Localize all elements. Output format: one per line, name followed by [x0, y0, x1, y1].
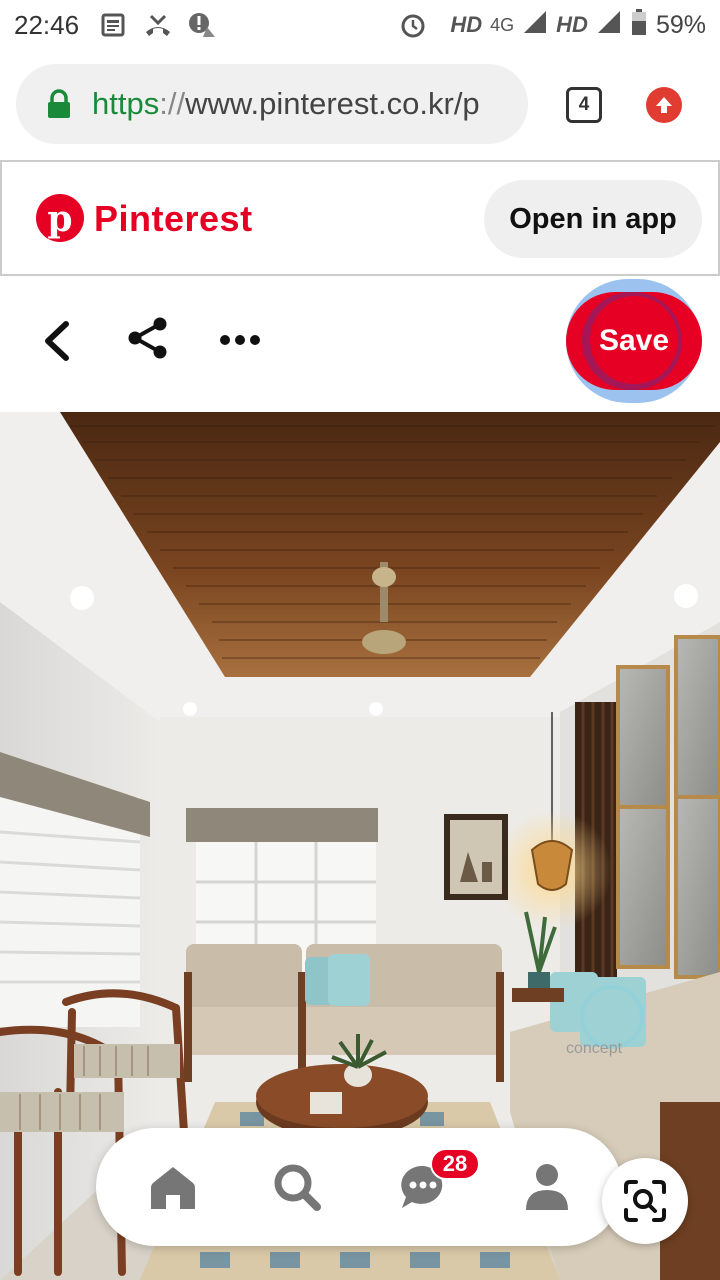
pinterest-logo-letter: p — [47, 198, 73, 240]
update-icon[interactable] — [646, 87, 682, 123]
url-text: https://www.pinterest.co.kr/p — [92, 86, 480, 122]
url-separator: :// — [159, 86, 186, 121]
battery-percent: 59% — [655, 10, 706, 39]
pinterest-wordmark[interactable]: Pinterest — [94, 198, 253, 240]
pin-action-bar: Save — [0, 276, 720, 412]
visual-search-lens-button[interactable] — [602, 1158, 688, 1244]
search-icon[interactable] — [270, 1160, 324, 1214]
bottom-navigation: 28 — [96, 1128, 622, 1246]
profile-icon[interactable] — [520, 1160, 574, 1214]
status-time: 22:46 — [14, 9, 80, 40]
news-icon — [99, 10, 129, 40]
status-bar: 22:46 HD 4G HD 59% — [0, 0, 720, 50]
pinterest-logo-icon[interactable]: p — [36, 194, 84, 242]
alarm-icon — [398, 10, 428, 40]
home-icon[interactable] — [146, 1160, 200, 1214]
alert-icon — [187, 10, 217, 40]
save-button[interactable]: Save — [566, 292, 702, 390]
signal-icon — [596, 9, 622, 42]
tab-switcher-button[interactable]: 4 — [566, 87, 602, 123]
missed-call-icon — [143, 10, 173, 40]
network-type: 4G — [490, 14, 515, 35]
open-in-app-button[interactable]: Open in app — [484, 180, 702, 258]
url-scheme: https — [92, 86, 160, 121]
pinterest-header: p Pinterest Open in app — [0, 160, 720, 276]
share-icon[interactable] — [126, 316, 170, 360]
browser-toolbar: https://www.pinterest.co.kr/p 4 — [0, 50, 720, 160]
signal-icon — [522, 9, 548, 42]
url-path: www.pinterest.co.kr/p — [185, 86, 480, 121]
lens-icon — [624, 1180, 666, 1222]
more-options-icon[interactable] — [216, 328, 264, 352]
lock-icon — [46, 89, 72, 119]
url-fade — [488, 64, 528, 144]
message-badge: 28 — [430, 1148, 480, 1180]
network-label-1: HD — [450, 12, 483, 37]
battery-icon — [630, 8, 648, 43]
network-label-2: HD — [556, 12, 588, 37]
url-bar[interactable]: https://www.pinterest.co.kr/p — [16, 64, 528, 144]
back-icon[interactable] — [38, 318, 78, 364]
image-watermark: concept — [566, 1040, 623, 1057]
